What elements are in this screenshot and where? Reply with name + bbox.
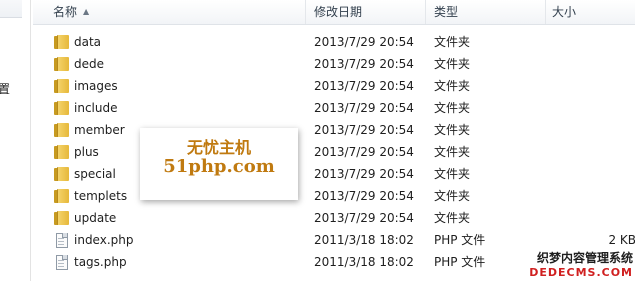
- file-type: 文件夹: [434, 57, 471, 71]
- folder-icon: [54, 57, 69, 71]
- column-header-type-label: 类型: [434, 5, 459, 19]
- file-date: 2011/3/18 18:02: [314, 255, 414, 269]
- file-name: data: [74, 35, 102, 49]
- column-header-size-label: 大小: [552, 5, 577, 19]
- folder-icon: [54, 189, 69, 203]
- callout-title: 无忧主机: [186, 138, 251, 157]
- file-date: 2013/7/29 20:54: [314, 167, 414, 181]
- callout-url: 51php.com: [163, 156, 275, 177]
- file-date: 2013/7/29 20:54: [314, 57, 414, 71]
- column-header-type[interactable]: 类型: [426, 0, 546, 24]
- file-row[interactable]: templets 2013/7/29 20:54 文件夹: [33, 185, 635, 207]
- file-row[interactable]: special 2013/7/29 20:54 文件夹: [33, 163, 635, 185]
- watermark-url: DEDECMS.COM: [529, 266, 633, 279]
- file-type: 文件夹: [434, 167, 471, 181]
- column-header-bar: 名称 ▲ 修改日期 类型 大小: [33, 0, 635, 25]
- folder-icon: [54, 123, 69, 137]
- file-row[interactable]: plus 2013/7/29 20:54 文件夹: [33, 141, 635, 163]
- file-name: index.php: [74, 233, 134, 247]
- file-name: update: [74, 211, 117, 225]
- watermark: 织梦内容管理系统 DEDECMS.COM: [529, 249, 633, 279]
- column-header-date-label: 修改日期: [314, 5, 363, 19]
- nav-pane-header: [0, 0, 22, 18]
- file-type: PHP 文件: [434, 233, 486, 247]
- folder-icon: [54, 145, 69, 159]
- file-date: 2013/7/29 20:54: [314, 123, 414, 137]
- file-name: dede: [74, 57, 104, 71]
- php-file-icon: [54, 255, 68, 270]
- file-row[interactable]: data 2013/7/29 20:54 文件夹: [33, 31, 635, 53]
- file-row[interactable]: member 2013/7/29 20:54 文件夹: [33, 119, 635, 141]
- folder-icon: [54, 79, 69, 93]
- file-date: 2013/7/29 20:54: [314, 35, 414, 49]
- file-date: 2013/7/29 20:54: [314, 145, 414, 159]
- folder-icon: [54, 167, 69, 181]
- file-name: include: [74, 101, 118, 115]
- php-file-icon: [54, 233, 68, 248]
- file-type: PHP 文件: [434, 255, 486, 269]
- file-row[interactable]: index.php 2011/3/18 18:02 PHP 文件 2 KB: [33, 229, 635, 251]
- column-header-name-label: 名称: [53, 5, 78, 19]
- sort-ascending-icon: ▲: [83, 7, 90, 16]
- file-type: 文件夹: [434, 211, 471, 225]
- file-name: tags.php: [74, 255, 127, 269]
- file-type: 文件夹: [434, 189, 471, 203]
- file-type: 文件夹: [434, 123, 471, 137]
- file-type: 文件夹: [434, 101, 471, 115]
- file-row[interactable]: dede 2013/7/29 20:54 文件夹: [33, 53, 635, 75]
- file-date: 2013/7/29 20:54: [314, 101, 414, 115]
- file-name: templets: [74, 189, 128, 203]
- column-header-name[interactable]: 名称 ▲: [33, 0, 306, 24]
- nav-item-label[interactable]: 置: [0, 80, 10, 97]
- file-date: 2013/7/29 20:54: [314, 211, 414, 225]
- column-header-size[interactable]: 大小: [546, 0, 635, 24]
- file-row[interactable]: include 2013/7/29 20:54 文件夹: [33, 97, 635, 119]
- folder-icon: [54, 101, 69, 115]
- overlay-callout: 无忧主机 51php.com: [140, 128, 298, 200]
- file-name: member: [74, 123, 125, 137]
- file-type: 文件夹: [434, 79, 471, 93]
- file-date: 2013/7/29 20:54: [314, 189, 414, 203]
- file-name: images: [74, 79, 118, 93]
- navigation-pane[interactable]: 置: [0, 0, 31, 281]
- file-name: special: [74, 167, 116, 181]
- column-header-date[interactable]: 修改日期: [306, 0, 426, 24]
- file-date: 2011/3/18 18:02: [314, 233, 414, 247]
- file-name: plus: [74, 145, 99, 159]
- file-row[interactable]: update 2013/7/29 20:54 文件夹: [33, 207, 635, 229]
- folder-icon: [54, 211, 69, 225]
- file-list[interactable]: 名称 ▲ 修改日期 类型 大小 data 2013/7/29 20:54 文件夹 de…: [33, 0, 635, 281]
- folder-icon: [54, 35, 69, 49]
- file-type: 文件夹: [434, 35, 471, 49]
- file-row[interactable]: images 2013/7/29 20:54 文件夹: [33, 75, 635, 97]
- file-size: 2 KB: [608, 233, 635, 247]
- watermark-title: 织梦内容管理系统: [536, 251, 633, 265]
- file-type: 文件夹: [434, 145, 471, 159]
- file-date: 2013/7/29 20:54: [314, 79, 414, 93]
